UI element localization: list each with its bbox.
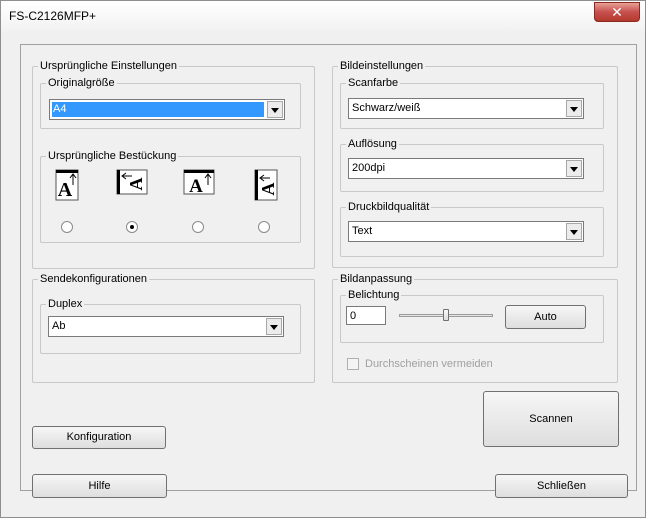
original-size-legend: Originalgröße	[48, 77, 115, 89]
placement-radio-2[interactable]	[126, 221, 138, 233]
chevron-down-icon[interactable]	[267, 101, 283, 118]
placement-glyph-2: A	[126, 178, 146, 191]
placement-radio-4[interactable]	[258, 221, 270, 233]
bleed-through-checkbox[interactable]	[347, 358, 359, 370]
help-button-label: Hilfe	[88, 480, 111, 492]
configuration-button[interactable]: Konfiguration	[32, 426, 166, 449]
resolution-value: 200dpi	[352, 162, 386, 174]
close-button[interactable]: Schließen	[495, 474, 628, 498]
scan-color-value: Schwarz/weiß	[352, 102, 421, 114]
bleed-through-label: Durchscheinen vermeiden	[365, 358, 493, 370]
window-title: FS-C2126MFP+	[9, 9, 97, 23]
title-bar[interactable]: FS-C2126MFP+ ✕	[1, 1, 645, 31]
placement-radio-1[interactable]	[61, 221, 73, 233]
exposure-slider[interactable]	[399, 307, 493, 325]
quality-select[interactable]: Text	[348, 221, 584, 242]
scan-button[interactable]: Scannen	[483, 391, 619, 447]
chevron-down-icon[interactable]	[566, 223, 582, 240]
original-size-select[interactable]: A4	[49, 99, 285, 120]
image-adjust-legend: Bildanpassung	[340, 273, 413, 285]
quality-group: Druckbildqualität Text	[340, 201, 604, 257]
exposure-slider-thumb[interactable]	[443, 309, 449, 321]
original-size-value: A4	[52, 102, 264, 117]
exposure-value-field[interactable]: 0	[346, 306, 386, 325]
image-settings-group: Bildeinstellungen Scanfarbe Schwarz/weiß…	[332, 60, 618, 268]
original-settings-legend: Ursprüngliche Einstellungen	[40, 60, 177, 72]
image-adjust-group: Bildanpassung Belichtung 0 Auto Durchsch…	[332, 273, 618, 383]
resolution-select[interactable]: 200dpi	[348, 158, 584, 179]
placement-glyph-4: A	[258, 183, 278, 196]
chevron-down-icon[interactable]	[566, 100, 582, 117]
placement-glyph-1: A	[58, 179, 73, 201]
duplex-value: Ab	[52, 320, 66, 332]
scan-button-label: Scannen	[529, 413, 573, 425]
scan-color-legend: Scanfarbe	[348, 77, 399, 89]
exposure-group: Belichtung 0 Auto	[340, 289, 604, 343]
dialog-window: FS-C2126MFP+ ✕ Ursprüngliche Einstellung…	[0, 0, 646, 518]
quality-legend: Druckbildqualität	[348, 201, 430, 213]
close-icon: ✕	[611, 4, 623, 20]
portrait-left-edge-icon: A	[116, 169, 148, 195]
placement-legend: Ursprüngliche Bestückung	[48, 150, 177, 162]
exposure-legend: Belichtung	[348, 289, 400, 301]
placement-glyph-3: A	[189, 176, 203, 195]
landscape-left-edge-icon: A	[254, 169, 278, 201]
exposure-value: 0	[350, 310, 357, 322]
quality-value: Text	[352, 225, 373, 237]
resolution-legend: Auflösung	[348, 138, 397, 150]
settings-panel: Ursprüngliche Einstellungen Originalgröß…	[20, 44, 637, 491]
close-window-button[interactable]: ✕	[594, 2, 640, 22]
resolution-group: Auflösung 200dpi	[340, 138, 604, 192]
configuration-button-label: Konfiguration	[66, 431, 132, 443]
placement-radio-3[interactable]	[192, 221, 204, 233]
scan-color-select[interactable]: Schwarz/weiß	[348, 98, 584, 119]
placement-group: Ursprüngliche Bestückung A A A A	[40, 150, 301, 243]
duplex-select[interactable]: Ab	[48, 316, 284, 337]
chevron-down-icon[interactable]	[266, 318, 282, 335]
scan-color-group: Scanfarbe Schwarz/weiß	[340, 77, 604, 129]
help-button[interactable]: Hilfe	[32, 474, 167, 498]
portrait-top-edge-icon: A	[55, 169, 79, 201]
close-button-label: Schließen	[537, 480, 586, 492]
landscape-top-edge-icon: A	[183, 169, 215, 195]
chevron-down-icon[interactable]	[566, 160, 582, 177]
original-size-group: Originalgröße A4	[40, 77, 301, 129]
duplex-legend: Duplex	[48, 298, 83, 310]
send-config-group: Sendekonfigurationen Duplex Ab	[32, 273, 315, 383]
auto-exposure-label: Auto	[534, 311, 557, 323]
duplex-group: Duplex Ab	[40, 298, 301, 354]
dialog-client: Ursprüngliche Einstellungen Originalgröß…	[9, 31, 637, 511]
send-config-legend: Sendekonfigurationen	[40, 273, 148, 285]
original-settings-group: Ursprüngliche Einstellungen Originalgröß…	[32, 60, 315, 269]
auto-exposure-button[interactable]: Auto	[505, 305, 586, 329]
image-settings-legend: Bildeinstellungen	[340, 60, 424, 72]
